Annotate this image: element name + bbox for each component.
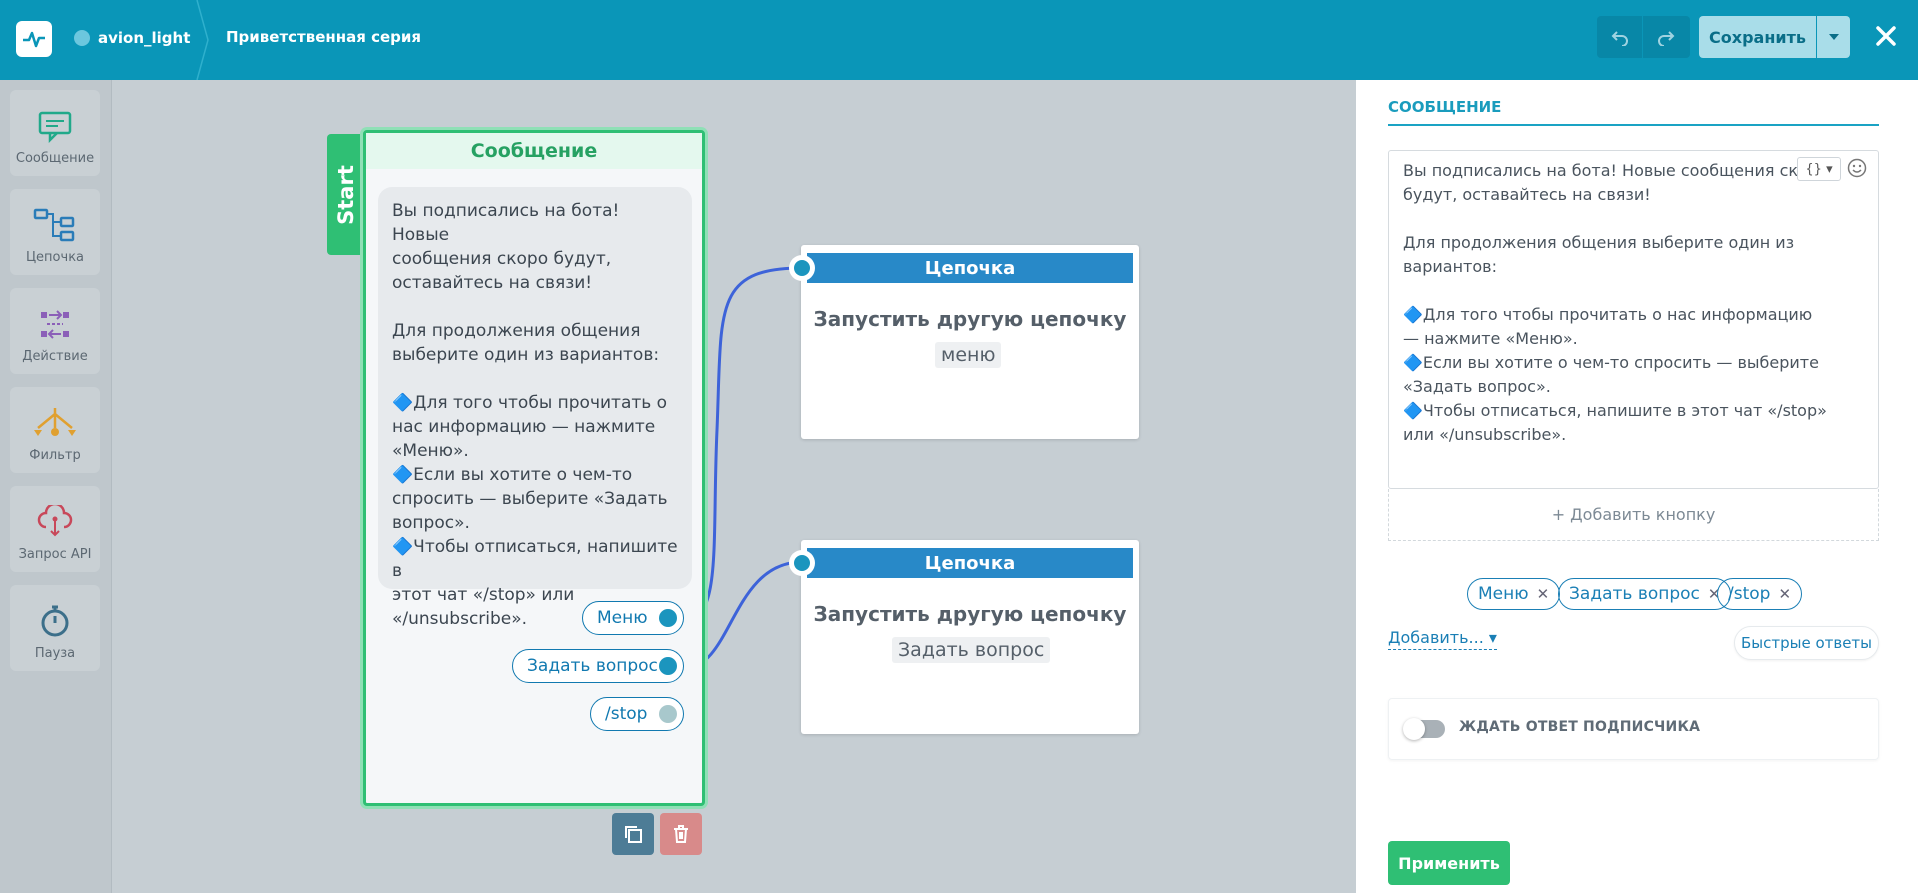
reply-button-ask-question[interactable]: Задать вопрос bbox=[512, 649, 684, 683]
emoji-button[interactable] bbox=[1847, 158, 1867, 182]
bot-name: avion_light bbox=[98, 29, 191, 47]
chain-node-text: Запустить другую цепочку bbox=[813, 307, 1127, 331]
chain-node-title: Цепочка bbox=[807, 253, 1133, 283]
wait-reply-toggle[interactable] bbox=[1403, 718, 1445, 740]
reply-button-stop[interactable]: /stop bbox=[590, 697, 684, 731]
emoji-icon bbox=[1847, 158, 1867, 178]
toolbox-item-filter[interactable]: Фильтр bbox=[10, 387, 100, 473]
remove-icon[interactable]: ✕ bbox=[1778, 585, 1791, 603]
toolbox-item-pause[interactable]: Пауза bbox=[10, 585, 100, 671]
message-node[interactable]: Сообщение Вы подписались на бота! Новые … bbox=[363, 130, 705, 806]
input-port[interactable] bbox=[789, 550, 815, 576]
bot-selector[interactable]: avion_light bbox=[74, 29, 190, 47]
start-badge: Start bbox=[327, 134, 365, 255]
properties-panel: СООБЩЕНИЕ Вы подписались на бота! Новые … bbox=[1356, 80, 1918, 893]
toolbox-item-label: Цепочка bbox=[25, 250, 85, 265]
copy-icon bbox=[625, 826, 642, 843]
duplicate-button[interactable] bbox=[612, 813, 654, 855]
reply-button-menu[interactable]: Меню bbox=[582, 601, 684, 635]
chain-node-tag: Задать вопрос bbox=[892, 637, 1051, 663]
redo-icon bbox=[1658, 31, 1675, 46]
quick-reply-chip[interactable]: Задать вопрос ✕ bbox=[1558, 578, 1732, 610]
message-node-title: Сообщение bbox=[366, 133, 702, 169]
quick-answers-button[interactable]: Быстрые ответы bbox=[1734, 626, 1879, 660]
apply-button[interactable]: Применить bbox=[1388, 841, 1510, 885]
message-node-text: Вы подписались на бота! Новые сообщения … bbox=[378, 187, 692, 629]
close-icon bbox=[1876, 26, 1896, 46]
quick-reply-chip[interactable]: /stop ✕ bbox=[1717, 578, 1803, 610]
node-actions bbox=[612, 813, 702, 855]
chain-node-tag: меню bbox=[935, 342, 1002, 368]
save-button[interactable]: Сохранить bbox=[1699, 16, 1816, 58]
undo-button[interactable] bbox=[1597, 16, 1643, 58]
toolbox-item-label: Сообщение bbox=[15, 151, 95, 166]
app-logo-icon[interactable] bbox=[16, 21, 52, 57]
add-dropdown[interactable]: Добавить... ▾ bbox=[1388, 628, 1497, 650]
chain-node[interactable]: Цепочка Запустить другую цепочку меню bbox=[789, 245, 1139, 439]
top-bar: avion_light Приветственная серия Сохрани… bbox=[0, 0, 1918, 80]
output-port[interactable] bbox=[659, 705, 677, 723]
toolbox-item-api-request[interactable]: Запрос API bbox=[10, 486, 100, 572]
undo-icon bbox=[1611, 31, 1628, 46]
chevron-down-icon bbox=[1828, 34, 1839, 40]
toolbox-item-message[interactable]: Сообщение bbox=[10, 90, 100, 176]
redo-button[interactable] bbox=[1643, 16, 1689, 58]
action-icon bbox=[41, 310, 69, 339]
toolbox-item-label: Пауза bbox=[34, 646, 76, 661]
flow-canvas[interactable]: Start Сообщение Вы подписались на бота! … bbox=[112, 80, 1356, 893]
section-title: СООБЩЕНИЕ bbox=[1388, 98, 1879, 126]
connection-lines bbox=[684, 266, 803, 670]
close-button[interactable] bbox=[1870, 20, 1902, 52]
delete-button[interactable] bbox=[660, 813, 702, 855]
toolbox-item-label: Действие bbox=[22, 349, 88, 364]
filter-icon bbox=[34, 408, 76, 436]
message-icon bbox=[38, 111, 72, 143]
node-toolbox: Сообщение Цепочка Действие Фильтр Запрос… bbox=[0, 80, 112, 893]
chain-node-title: Цепочка bbox=[807, 548, 1133, 578]
add-button-link[interactable]: + Добавить кнопку bbox=[1388, 489, 1879, 541]
toolbox-item-action[interactable]: Действие bbox=[10, 288, 100, 374]
wait-reply-label: ЖДАТЬ ОТВЕТ ПОДПИСЧИКА bbox=[1459, 719, 1701, 735]
history-buttons bbox=[1597, 16, 1690, 58]
quick-reply-chip[interactable]: Меню ✕ bbox=[1467, 578, 1561, 610]
chain-node-text: Запустить другую цепочку bbox=[813, 602, 1127, 626]
message-text-editor[interactable]: Вы подписались на бота! Новые сообщения … bbox=[1388, 150, 1879, 489]
variable-insert-button[interactable]: {} ▾ bbox=[1797, 157, 1841, 181]
breadcrumb-separator-icon bbox=[196, 0, 209, 80]
output-port[interactable] bbox=[659, 657, 677, 675]
trash-icon bbox=[674, 825, 688, 843]
toolbox-item-label: Фильтр bbox=[29, 448, 81, 463]
api-request-icon bbox=[37, 505, 73, 537]
page-title: Приветственная серия bbox=[226, 28, 422, 46]
remove-icon[interactable]: ✕ bbox=[1537, 585, 1550, 603]
messenger-icon bbox=[74, 30, 90, 46]
output-port[interactable] bbox=[659, 609, 677, 627]
save-options-button[interactable] bbox=[1817, 16, 1850, 58]
chain-node[interactable]: Цепочка Запустить другую цепочку Задать … bbox=[789, 540, 1139, 734]
pause-timer-icon bbox=[41, 605, 69, 637]
input-port[interactable] bbox=[789, 255, 815, 281]
toolbox-item-label: Запрос API bbox=[18, 547, 92, 562]
toolbox-item-chain[interactable]: Цепочка bbox=[10, 189, 100, 275]
chain-icon bbox=[33, 208, 75, 242]
wait-reply-setting: ЖДАТЬ ОТВЕТ ПОДПИСЧИКА bbox=[1388, 698, 1879, 760]
